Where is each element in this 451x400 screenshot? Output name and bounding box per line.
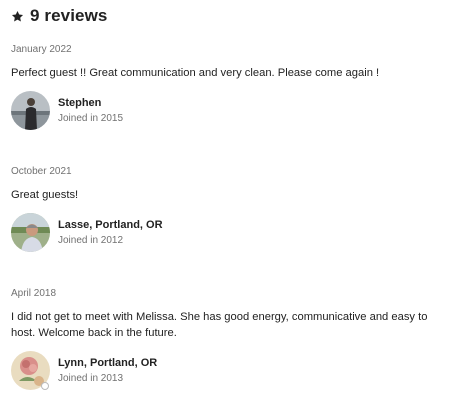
avatar[interactable] [11, 213, 50, 252]
reviewer-joined: Joined in 2013 [58, 373, 124, 384]
reviewer-name[interactable]: Lynn, Portland, OR [58, 357, 157, 369]
review-item: January 2022 Perfect guest !! Great comm… [11, 44, 441, 130]
review-date: January 2022 [11, 44, 72, 55]
review-date: April 2018 [11, 288, 57, 299]
review-text: Perfect guest !! Great communication and… [11, 67, 380, 79]
reviewer-joined: Joined in 2015 [58, 113, 124, 124]
reviews-count-title: 9 reviews [30, 6, 108, 25]
review-item: October 2021 Great guests! Lasse, Portla… [11, 166, 441, 252]
review-text: Great guests! [11, 189, 79, 201]
review-item: April 2018 I did not get to meet with Me… [11, 288, 441, 390]
reviewer-name[interactable]: Lasse, Portland, OR [58, 219, 163, 231]
star-icon [11, 10, 24, 23]
review-text: I did not get to meet with Melissa. She … [11, 311, 428, 339]
reviewer[interactable]: Stephen Joined in 2015 [11, 91, 441, 130]
reviewer[interactable]: Lasse, Portland, OR Joined in 2012 [11, 213, 441, 252]
reviewer-name[interactable]: Stephen [58, 97, 123, 109]
avatar[interactable] [11, 91, 50, 130]
review-date: October 2021 [11, 166, 72, 177]
reviewer[interactable]: Lynn, Portland, OR Joined in 2013 [11, 351, 441, 390]
reviewer-joined: Joined in 2012 [58, 235, 124, 246]
verified-badge-icon [41, 382, 49, 390]
reviews-header: 9 reviews [11, 6, 107, 26]
